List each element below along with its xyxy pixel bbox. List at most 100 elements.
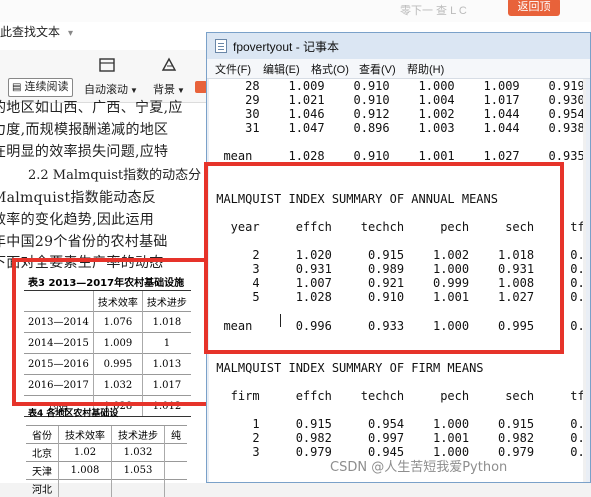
reader-toolbar: ▤ 连续阅读 自动滚动▼ 背景▼ xyxy=(0,50,210,103)
auto-scroll-button[interactable]: 自动滚动▼ xyxy=(84,81,138,97)
notepad-line xyxy=(209,375,586,389)
table-cell xyxy=(165,462,188,480)
table-cell: 2016—2017 xyxy=(24,375,93,396)
dropdown-arrow-icon[interactable]: ▾ xyxy=(68,28,73,39)
menu-edit[interactable]: 编辑(E) xyxy=(263,61,300,77)
auto-scroll-icon[interactable] xyxy=(98,56,116,74)
continuous-read-button[interactable]: ▤ 连续阅读 xyxy=(8,78,73,97)
notepad-line: 31 1.047 0.896 1.003 1.044 0.938 xyxy=(209,121,586,135)
notepad-line: firm effch techch pech sech tfpch xyxy=(209,389,586,403)
notepad-line xyxy=(209,333,586,347)
table-header-row: 技术效率 技术进步 xyxy=(24,291,191,312)
table-header-cell: 省份 xyxy=(26,426,59,444)
doc-line: 力度,而规模报酬递减的地区 xyxy=(0,119,168,139)
table-cell: 1.076 xyxy=(93,312,142,333)
table4-caption: 表4 各地区农村基础设 xyxy=(28,406,118,419)
table-cell: 1.032 xyxy=(93,375,142,396)
back-to-top-button[interactable]: 返回顶 xyxy=(508,0,560,16)
notepad-window: fpovertyout - 记事本 文件(F) 编辑(E) 格式(O) 查看(V… xyxy=(206,32,591,483)
table-cell: 1.012 xyxy=(142,396,191,417)
section-heading: 2.2 Malmquist指数的动态分 xyxy=(28,164,201,183)
doc-line: 在明显的效率损失问题,应特 xyxy=(0,141,168,161)
table-cell: 北京 xyxy=(26,444,59,462)
table-header-cell xyxy=(24,291,93,312)
notepad-title-bar[interactable]: fpovertyout - 记事本 xyxy=(207,33,590,59)
notepad-line: 2 1.020 0.915 1.002 1.018 0.933 xyxy=(209,248,586,262)
table-cell xyxy=(112,480,165,497)
table-cell: 0.995 xyxy=(93,354,142,375)
notepad-text-area[interactable]: 28 1.009 0.910 1.000 1.009 0.919 29 1.02… xyxy=(209,79,586,482)
notepad-line: mean 0.996 0.933 1.000 0.995 0.929 xyxy=(209,319,586,333)
notepad-line: 1 0.915 0.954 1.000 0.915 0.873 xyxy=(209,417,586,431)
table-header-cell: 技术效率 xyxy=(59,426,112,444)
notepad-line: 29 1.021 0.910 1.004 1.017 0.930 xyxy=(209,93,586,107)
table-row: 2015—2016 0.995 1.013 xyxy=(24,354,191,375)
find-dialog-title: 此查找文本 ▾ xyxy=(0,23,73,40)
table-header-cell: 技术效率 xyxy=(93,291,142,312)
table4: 省份 技术效率 技术进步 纯 北京 1.02 1.032 天津 1.008 1.… xyxy=(26,425,187,497)
table-cell: 1.018 xyxy=(142,312,191,333)
table-row: 河北 xyxy=(26,480,187,497)
table-row: 天津 1.008 1.053 xyxy=(26,462,187,480)
notepad-text: 28 1.009 0.910 1.000 1.009 0.919 29 1.02… xyxy=(209,79,586,460)
find-dialog-label: 此查找文本 xyxy=(0,25,60,39)
notepad-title: fpovertyout - 记事本 xyxy=(233,38,339,55)
table-header-cell: 纯 xyxy=(165,426,188,444)
notepad-line: 3 0.931 0.989 1.000 0.931 0.921 xyxy=(209,262,586,276)
continuous-read-label: 连续阅读 xyxy=(25,81,69,93)
menu-format[interactable]: 格式(O) xyxy=(311,61,349,77)
table-cell: 1.013 xyxy=(142,354,191,375)
table3-caption: 表3 2013—2017年农村基础设施 xyxy=(28,274,184,289)
watermark-text: CSDN @人生苦短我爱Python xyxy=(330,456,507,475)
table-cell: 2014—2015 xyxy=(24,333,93,354)
table-cell: 1.053 xyxy=(112,462,165,480)
table-row: 2013—2014 1.076 1.018 xyxy=(24,312,191,333)
notepad-line xyxy=(209,347,586,361)
reader-top-strip: 零下一 查 L C 返回顶 xyxy=(0,0,591,22)
table-cell: 1.017 xyxy=(142,375,191,396)
table-cell: 1.02 xyxy=(59,444,112,462)
notepad-line: mean 1.028 0.910 1.001 1.027 0.935 xyxy=(209,149,586,163)
table-cell xyxy=(165,480,188,497)
table-cell: 1.008 xyxy=(59,462,112,480)
doc-line: Malmquist指数能动态反 xyxy=(0,187,156,207)
notepad-line xyxy=(209,305,586,319)
notepad-line: 2 0.982 0.997 1.001 0.982 0.979 xyxy=(209,431,586,445)
table3: 技术效率 技术进步 2013—2014 1.076 1.018 2014—201… xyxy=(24,290,191,417)
table-cell: 1 xyxy=(142,333,191,354)
notepad-line: MALMQUIST INDEX SUMMARY OF ANNUAL MEANS xyxy=(209,192,586,206)
table-cell: 2015—2016 xyxy=(24,354,93,375)
reader-top-toolbar-text: 零下一 查 L C xyxy=(400,2,467,18)
table-cell: 1.032 xyxy=(112,444,165,462)
notepad-icon xyxy=(215,39,227,53)
text-cursor xyxy=(280,314,281,327)
notepad-line: 4 1.007 0.921 0.999 1.008 0.928 xyxy=(209,276,586,290)
background-button[interactable]: 背景▼ xyxy=(153,81,185,97)
table-row: 2014—2015 1.009 1 xyxy=(24,333,191,354)
table-cell: 2013—2014 xyxy=(24,312,93,333)
vertical-scrollbar[interactable] xyxy=(583,79,586,482)
doc-line: 的地区如山西、广西、宁夏,应 xyxy=(0,97,183,117)
menu-view[interactable]: 查看(V) xyxy=(359,61,396,77)
auto-scroll-label: 自动滚动 xyxy=(84,84,128,96)
menu-help[interactable]: 帮助(H) xyxy=(407,61,444,77)
notepad-line: 5 1.028 0.910 1.001 1.027 0.935 xyxy=(209,290,586,304)
continuous-read-icon: ▤ xyxy=(12,82,21,93)
chevron-down-icon: ▼ xyxy=(130,86,138,95)
table-cell: 天津 xyxy=(26,462,59,480)
background-icon[interactable] xyxy=(160,56,178,74)
menu-file[interactable]: 文件(F) xyxy=(215,61,251,77)
table-row: 2016—2017 1.032 1.017 xyxy=(24,375,191,396)
table-cell: 1.009 xyxy=(93,333,142,354)
table-header-cell: 技术进步 xyxy=(112,426,165,444)
notepad-line xyxy=(209,234,586,248)
doc-line: 效率的变化趋势,因此运用 xyxy=(0,209,154,229)
notepad-line xyxy=(209,206,586,220)
notepad-line xyxy=(209,135,586,149)
notepad-line xyxy=(209,403,586,417)
doc-line: 年中国29个省份的农村基础 xyxy=(0,231,168,251)
table-cell xyxy=(165,444,188,462)
notepad-menu-bar: 文件(F) 编辑(E) 格式(O) 查看(V) 帮助(H) xyxy=(207,59,590,79)
background-label: 背景 xyxy=(153,84,175,96)
notepad-line xyxy=(209,164,586,178)
